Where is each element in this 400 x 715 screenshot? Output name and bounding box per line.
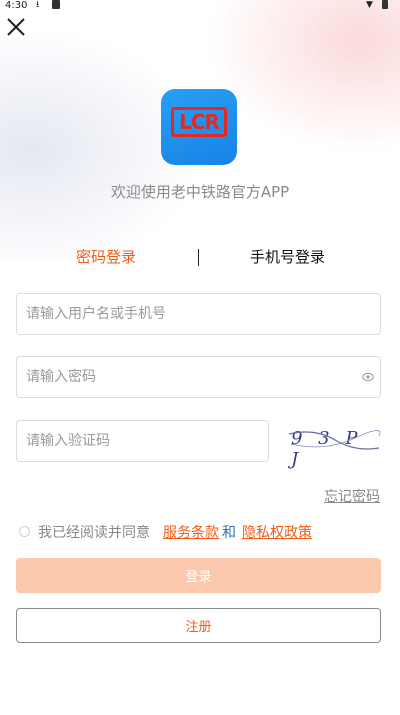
register-button[interactable]: 注册 <box>16 608 381 643</box>
status-bar: 4:30 ⭳ ▼ <box>0 0 400 12</box>
agreement-and: 和 <box>222 525 236 541</box>
forgot-password-link[interactable]: 忘记密码 <box>324 486 380 506</box>
captcha-noise <box>288 430 381 450</box>
app-logo: LCR <box>161 89 237 165</box>
wifi-icon: ▼ <box>366 0 373 10</box>
download-icon: ⭳ <box>36 0 40 10</box>
agreement-checkbox[interactable] <box>19 526 30 537</box>
terms-link[interactable]: 服务条款 <box>163 522 219 542</box>
logo-frame: LCR <box>171 107 227 137</box>
privacy-link[interactable]: 隐私权政策 <box>242 522 312 542</box>
status-time: 4:30 <box>5 0 28 11</box>
eye-icon[interactable] <box>362 372 374 382</box>
username-field-box <box>16 293 381 335</box>
logo-text: LCR <box>179 110 220 134</box>
captcha-image[interactable]: 9 3 P J <box>285 424 381 470</box>
username-input[interactable] <box>17 294 380 334</box>
close-button[interactable] <box>5 16 27 38</box>
captcha-field-box <box>16 420 269 462</box>
tab-divider <box>198 249 199 266</box>
tab-phone-login[interactable]: 手机号登录 <box>250 246 325 267</box>
agreement-prefix: 我已经阅读并同意 <box>38 525 150 541</box>
password-input[interactable] <box>17 357 380 397</box>
captcha-input[interactable] <box>17 421 268 461</box>
sd-card-icon <box>52 0 60 9</box>
close-icon <box>7 18 25 36</box>
login-button[interactable]: 登录 <box>16 558 381 593</box>
password-field-box <box>16 356 381 398</box>
battery-icon <box>382 0 388 9</box>
tab-password-login[interactable]: 密码登录 <box>76 246 136 267</box>
welcome-text: 欢迎使用老中铁路官方APP <box>110 183 290 201</box>
